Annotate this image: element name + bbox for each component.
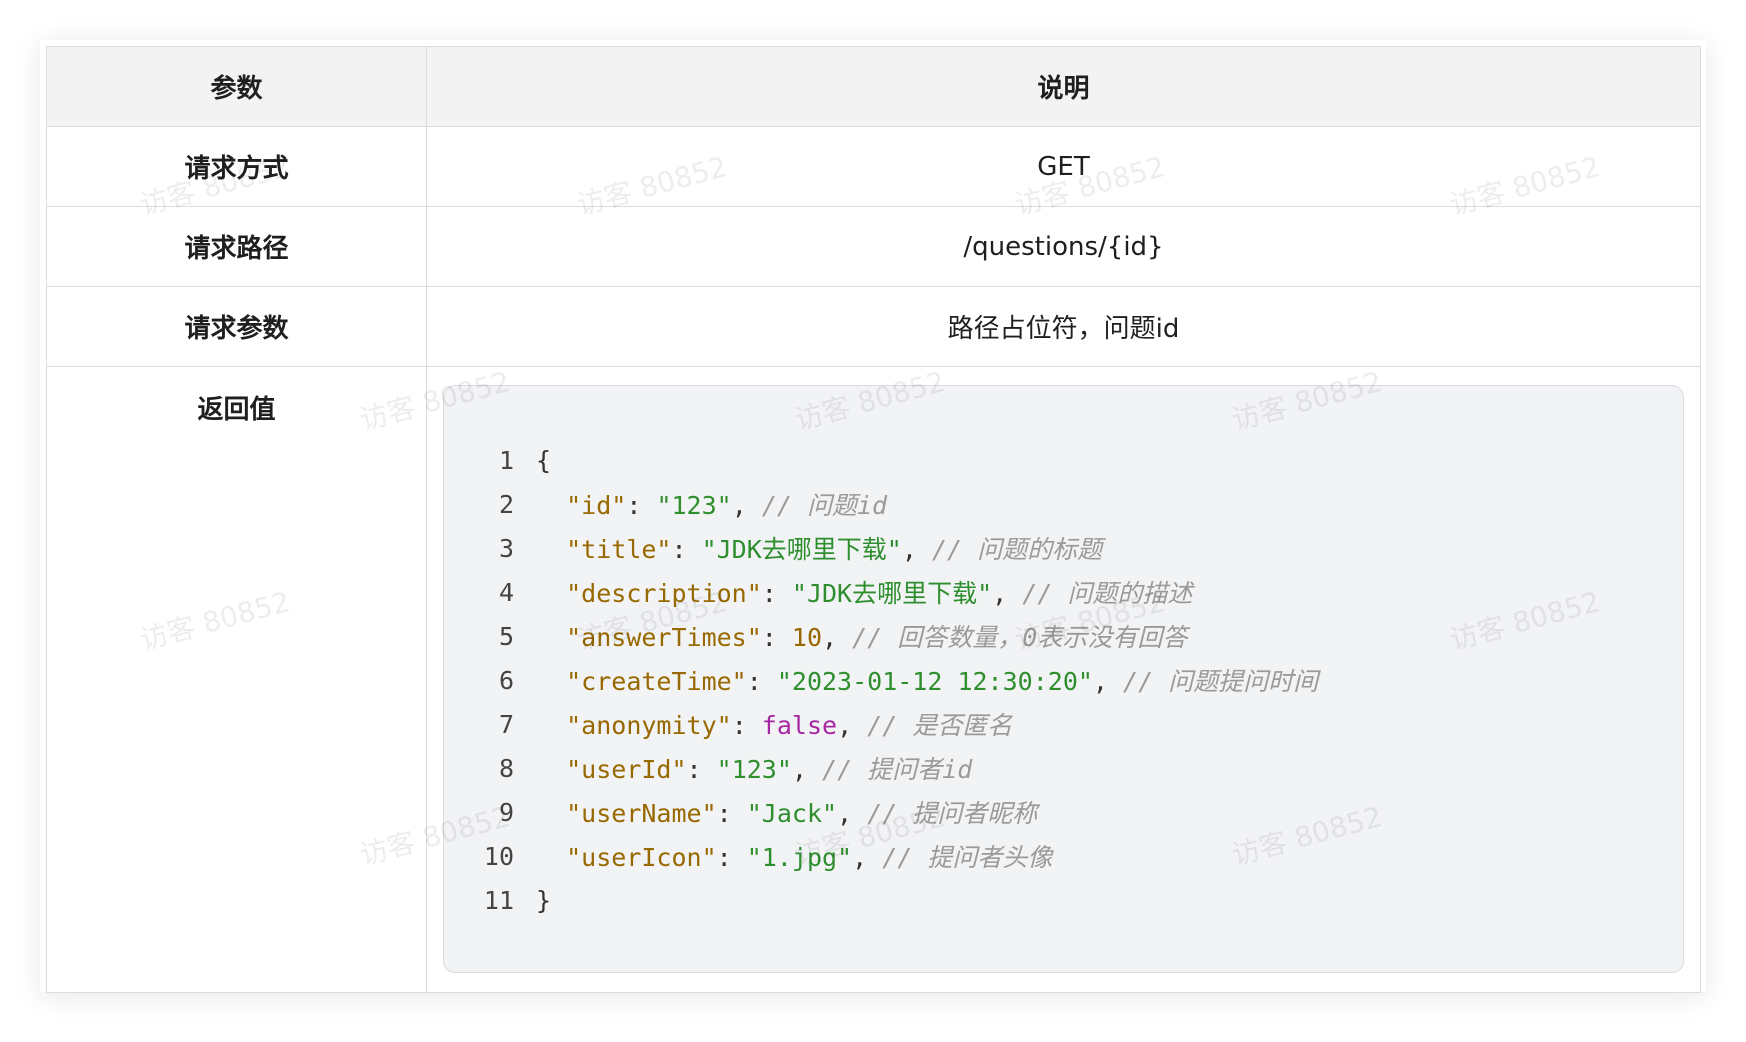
code-comment: // 问题id (761, 491, 888, 520)
table-row: 请求路径 /questions/{id} (46, 206, 1701, 287)
code-comment: // 问题提问时间 (1123, 667, 1319, 696)
json-key: "description" (566, 579, 762, 608)
line-number: 6 (498, 665, 514, 695)
code-block[interactable]: 1 { 2 "id": "123", // 问题id 3 "title": "J… (443, 385, 1684, 973)
table-header-row: 参数 说明 (46, 46, 1701, 127)
line-number: 4 (498, 577, 514, 607)
json-key: "createTime" (566, 667, 747, 696)
json-key: "id" (566, 491, 627, 520)
param-path: 请求路径 (46, 206, 427, 287)
json-value: "Jack" (746, 799, 838, 828)
code-comment: // 问题的标题 (931, 535, 1103, 564)
param-method: 请求方式 (46, 126, 427, 207)
json-value: "123" (656, 491, 732, 520)
code-line: 11 } (444, 878, 1683, 922)
close-brace: } (536, 885, 552, 915)
code-content: "userIcon": "1.jpg", // 提问者头像 (566, 843, 1053, 872)
code-comment: // 回答数量，0表示没有回答 (852, 623, 1188, 652)
json-value: "JDK去哪里下载" (791, 579, 993, 608)
code-content: "title": "JDK去哪里下载", // 问题的标题 (566, 535, 1103, 564)
line-number: 10 (483, 841, 514, 871)
header-desc: 说明 (426, 46, 1701, 127)
header-param: 参数 (46, 46, 427, 127)
code-comment: // 提问者昵称 (867, 799, 1038, 828)
json-key: "userName" (566, 799, 717, 828)
code-content: "userName": "Jack", // 提问者昵称 (566, 799, 1038, 828)
code-content: "anonymity": false, // 是否匿名 (566, 711, 1013, 740)
table-row: 请求方式 GET (46, 126, 1701, 207)
code-comment: // 问题的描述 (1022, 579, 1193, 608)
code-line: 8 "userId": "123", // 提问者id (444, 746, 1683, 790)
value-return: 1 { 2 "id": "123", // 问题id 3 "title": "J… (426, 366, 1701, 993)
line-number: 3 (498, 533, 514, 563)
code-comment: // 提问者头像 (882, 843, 1053, 872)
code-line: 7 "anonymity": false, // 是否匿名 (444, 702, 1683, 746)
value-params: 路径占位符，问题id (426, 286, 1701, 367)
json-key: "title" (566, 535, 672, 564)
code-line: 2 "id": "123", // 问题id (444, 482, 1683, 526)
table-row: 返回值 1 { 2 "id": "123", // 问题id 3 "title"… (46, 366, 1701, 993)
param-params: 请求参数 (46, 286, 427, 367)
open-brace: { (536, 445, 552, 475)
code-line: 9 "userName": "Jack", // 提问者昵称 (444, 790, 1683, 834)
line-number: 5 (498, 621, 514, 651)
api-table: 参数 说明 请求方式 GET 请求路径 /questions/{id} 请求参数… (46, 46, 1701, 993)
code-content: "answerTimes": 10, // 回答数量，0表示没有回答 (566, 623, 1188, 652)
json-key: "userIcon" (566, 843, 717, 872)
value-method: GET (426, 126, 1701, 207)
table-row: 请求参数 路径占位符，问题id (46, 286, 1701, 367)
code-content: "id": "123", // 问题id (566, 491, 888, 520)
api-doc-card: 参数 说明 请求方式 GET 请求路径 /questions/{id} 请求参数… (40, 40, 1706, 993)
line-number: 9 (498, 797, 514, 827)
line-number: 2 (498, 489, 514, 519)
json-value: "123" (716, 755, 792, 784)
line-number: 8 (498, 753, 514, 783)
code-line: 1 { (444, 438, 1683, 482)
param-return: 返回值 (46, 366, 427, 993)
code-line: 10 "userIcon": "1.jpg", // 提问者头像 (444, 834, 1683, 878)
value-path: /questions/{id} (426, 206, 1701, 287)
json-value: "1.jpg" (746, 843, 853, 872)
json-value: "2023-01-12 12:30:20" (776, 667, 1093, 696)
code-comment: // 是否匿名 (867, 711, 1013, 740)
code-content: "userId": "123", // 提问者id (566, 755, 973, 784)
line-number: 11 (483, 885, 514, 915)
code-line: 6 "createTime": "2023-01-12 12:30:20", /… (444, 658, 1683, 702)
code-line: 4 "description": "JDK去哪里下载", // 问题的描述 (444, 570, 1683, 614)
line-number: 7 (498, 709, 514, 739)
json-key: "anonymity" (566, 711, 732, 740)
json-value: "JDK去哪里下载" (701, 535, 902, 564)
json-key: "userId" (566, 755, 687, 784)
line-number: 1 (498, 445, 514, 475)
code-content: "createTime": "2023-01-12 12:30:20", // … (566, 667, 1319, 696)
json-value: false (761, 711, 838, 740)
code-comment: // 提问者id (822, 755, 973, 784)
json-key: "answerTimes" (566, 623, 762, 652)
json-value: 10 (791, 623, 822, 652)
code-content: "description": "JDK去哪里下载", // 问题的描述 (566, 579, 1193, 608)
code-line: 3 "title": "JDK去哪里下载", // 问题的标题 (444, 526, 1683, 570)
code-line: 5 "answerTimes": 10, // 回答数量，0表示没有回答 (444, 614, 1683, 658)
